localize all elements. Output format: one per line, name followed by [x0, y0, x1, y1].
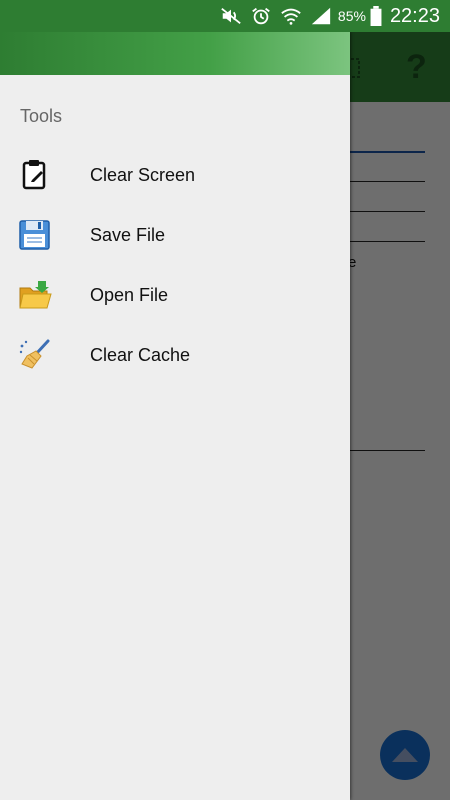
menu-item-label: Clear Screen — [90, 164, 196, 185]
signal-icon — [311, 7, 331, 25]
navigation-drawer: Tools Clear Screen Save File Open File C… — [0, 32, 350, 800]
status-bar: 85% 22:23 — [0, 0, 450, 32]
floppy-disk-icon — [19, 220, 50, 250]
alarm-icon — [252, 7, 270, 25]
menu-item-label: Clear Cache — [90, 344, 191, 365]
broom-icon — [19, 339, 50, 369]
clipboard-icon — [22, 160, 46, 190]
open-folder-icon — [19, 281, 52, 309]
mute-icon — [221, 7, 241, 25]
battery-icon — [370, 6, 382, 26]
menu-item-save-file[interactable]: Save File — [0, 205, 350, 265]
menu-item-clear-screen[interactable]: Clear Screen — [0, 145, 350, 205]
menu-item-open-file[interactable]: Open File — [0, 265, 350, 325]
menu-item-clear-cache[interactable]: Clear Cache — [0, 325, 350, 385]
clock: 22:23 — [389, 4, 440, 27]
battery-percent: 85% — [337, 8, 366, 24]
wifi-icon — [281, 8, 301, 25]
menu-item-label: Open File — [90, 284, 169, 305]
section-title: Tools — [20, 106, 63, 126]
drawer-header — [0, 32, 350, 75]
menu-item-label: Save File — [90, 224, 166, 245]
